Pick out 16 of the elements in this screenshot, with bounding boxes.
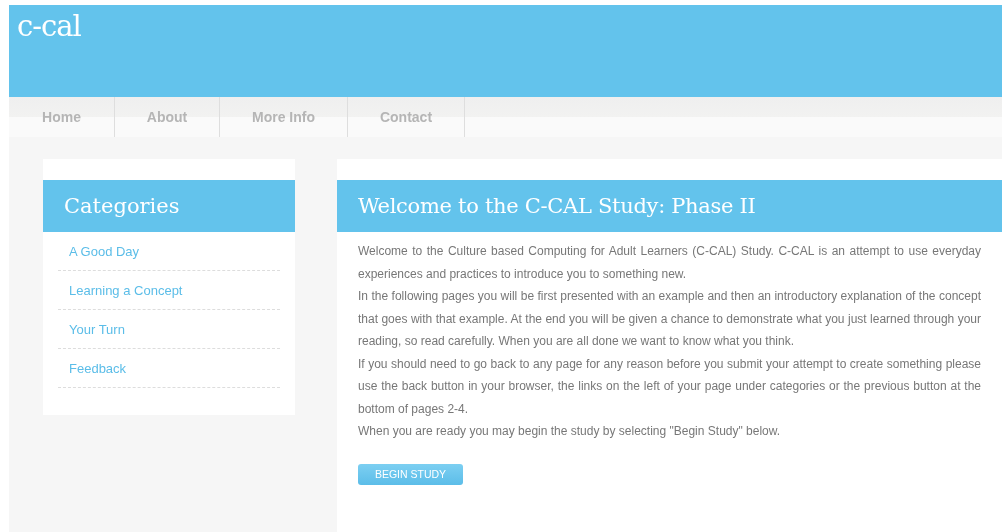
nav-link[interactable]: Home [9,97,115,137]
begin-study-button[interactable]: BEGIN STUDY [358,463,463,485]
paragraph: Welcome to the Culture based Computing for Adult Learners (C-CAL) Study. C-CAL is an attempt to use everyday experiences and practices to introduce you to something new. [358,243,981,283]
category-link[interactable]: Feedback [69,360,127,376]
site-logo: c-cal [17,9,81,43]
paragraph: In the following pages you will be first presented with an example and then an introductory explanation of the concept that goes with that example. At the end you will be given a chance to demonstrate what you just learned through your reading, so read carefully. When you are all done we want to know what you think. [358,288,981,350]
paragraph: If you should need to go back to any page for any reason before you submit your attempt to create something please use the back button in your browser, the links on the left of your page under categories or the previous button at the bottom of pages 2-4. [358,355,981,418]
category-link[interactable]: Your Turn [69,321,125,337]
sidebar-heading: Categories [43,180,295,232]
category-link[interactable]: A Good Day [69,243,140,259]
category-link[interactable]: Learning a Concept [69,282,183,298]
nav-link[interactable]: About [115,97,220,137]
paragraph: When you are ready you may begin the study by selecting "Begin Study" below. [358,423,782,440]
nav-link[interactable]: More Info [220,97,348,137]
page-heading: Welcome to the C-CAL Study: Phase II [337,180,1002,232]
nav-link[interactable]: Contact [348,97,465,137]
